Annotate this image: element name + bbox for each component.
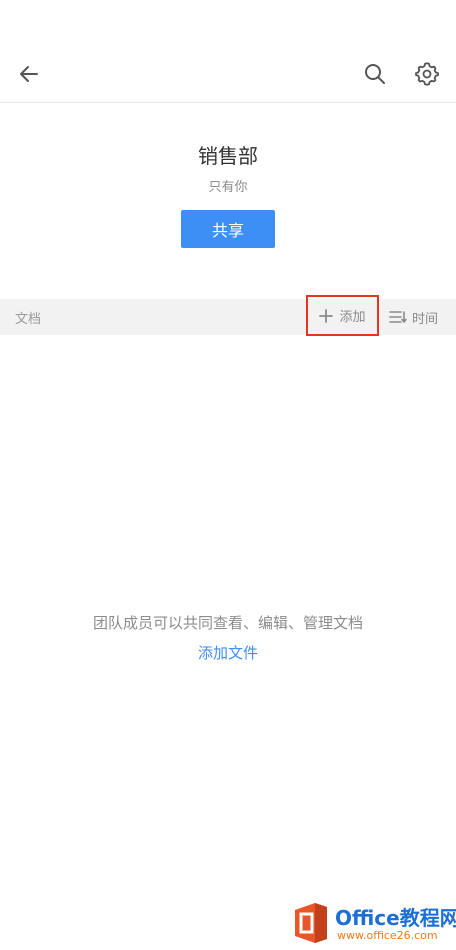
search-button[interactable]	[355, 54, 395, 94]
empty-state-message: 团队成员可以共同查看、编辑、管理文档	[92, 614, 363, 632]
sort-label: 时间	[412, 311, 439, 327]
team-members-label: 只有你	[208, 180, 248, 195]
gear-icon	[415, 62, 439, 86]
sort-button[interactable]: 时间	[389, 299, 438, 335]
plus-icon	[319, 308, 334, 323]
status-bar	[0, 0, 456, 40]
top-app-bar	[0, 40, 456, 103]
watermark-name: Office教程网	[335, 906, 456, 930]
search-icon	[365, 64, 385, 84]
team-name: 销售部	[198, 144, 258, 168]
team-page: 销售部 只有你 共享 文档 添加 时间 团队成员可以共同查看、编辑、管理文档 添…	[0, 0, 456, 950]
documents-label: 文档	[15, 312, 42, 327]
watermark-url: www.office26.com	[337, 929, 438, 942]
add-label: 添加	[339, 310, 366, 325]
add-file-link[interactable]: 添加文件	[0, 642, 456, 663]
watermark: Office教程网 www.office26.com	[291, 898, 456, 948]
settings-button[interactable]	[407, 54, 447, 94]
office-logo-icon	[295, 903, 327, 943]
share-button[interactable]: 共享	[181, 210, 275, 248]
documents-bar: 文档 添加 时间	[0, 295, 456, 336]
sort-icon	[389, 311, 407, 323]
back-button[interactable]	[9, 54, 49, 94]
arrow-left-icon	[20, 66, 38, 82]
add-document-button[interactable]: 添加	[306, 295, 379, 336]
